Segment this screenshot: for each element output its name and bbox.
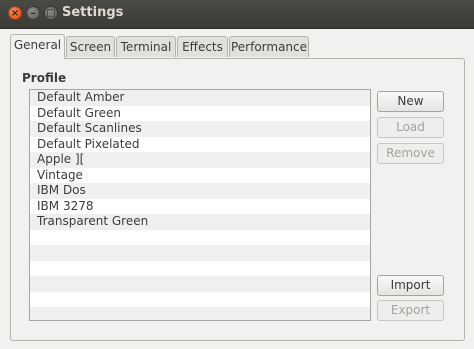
empty-list-row — [30, 245, 370, 261]
profile-list-item[interactable]: IBM Dos — [30, 183, 370, 199]
load-profile-button[interactable]: Load — [377, 117, 444, 138]
title-bar: × – □ Settings — [0, 0, 474, 29]
tab-terminal[interactable]: Terminal — [116, 36, 176, 57]
profile-list[interactable]: Default Amber Default Green Default Scan… — [29, 89, 371, 321]
tab-performance[interactable]: Performance — [229, 36, 309, 57]
profile-section-title: Profile — [22, 71, 67, 85]
profile-list-item[interactable]: Default Scanlines — [30, 121, 370, 137]
window-title: Settings — [62, 5, 124, 20]
empty-list-row — [30, 276, 370, 292]
export-profile-button[interactable]: Export — [377, 300, 444, 321]
profile-list-item[interactable]: Default Amber — [30, 90, 370, 106]
new-profile-button[interactable]: New — [377, 91, 444, 112]
profile-list-item[interactable]: Default Pixelated — [30, 136, 370, 152]
tab-general[interactable]: General — [10, 34, 65, 59]
empty-list-row — [30, 229, 370, 245]
close-window-button[interactable]: × — [8, 6, 22, 20]
import-profile-button[interactable]: Import — [377, 275, 444, 296]
empty-list-row — [30, 260, 370, 276]
profile-list-item[interactable]: Vintage — [30, 167, 370, 183]
empty-list-row — [30, 307, 370, 320]
tab-screen[interactable]: Screen — [66, 36, 115, 57]
minimize-window-button[interactable]: – — [26, 6, 40, 20]
profile-list-item[interactable]: IBM 3278 — [30, 198, 370, 214]
profile-list-item[interactable]: Apple ][ — [30, 152, 370, 168]
remove-profile-button[interactable]: Remove — [377, 143, 444, 164]
empty-list-row — [30, 291, 370, 307]
profile-list-item[interactable]: Transparent Green — [30, 214, 370, 230]
tab-effects[interactable]: Effects — [177, 36, 228, 57]
profile-list-item[interactable]: Default Green — [30, 105, 370, 121]
maximize-window-button[interactable]: □ — [44, 6, 58, 20]
